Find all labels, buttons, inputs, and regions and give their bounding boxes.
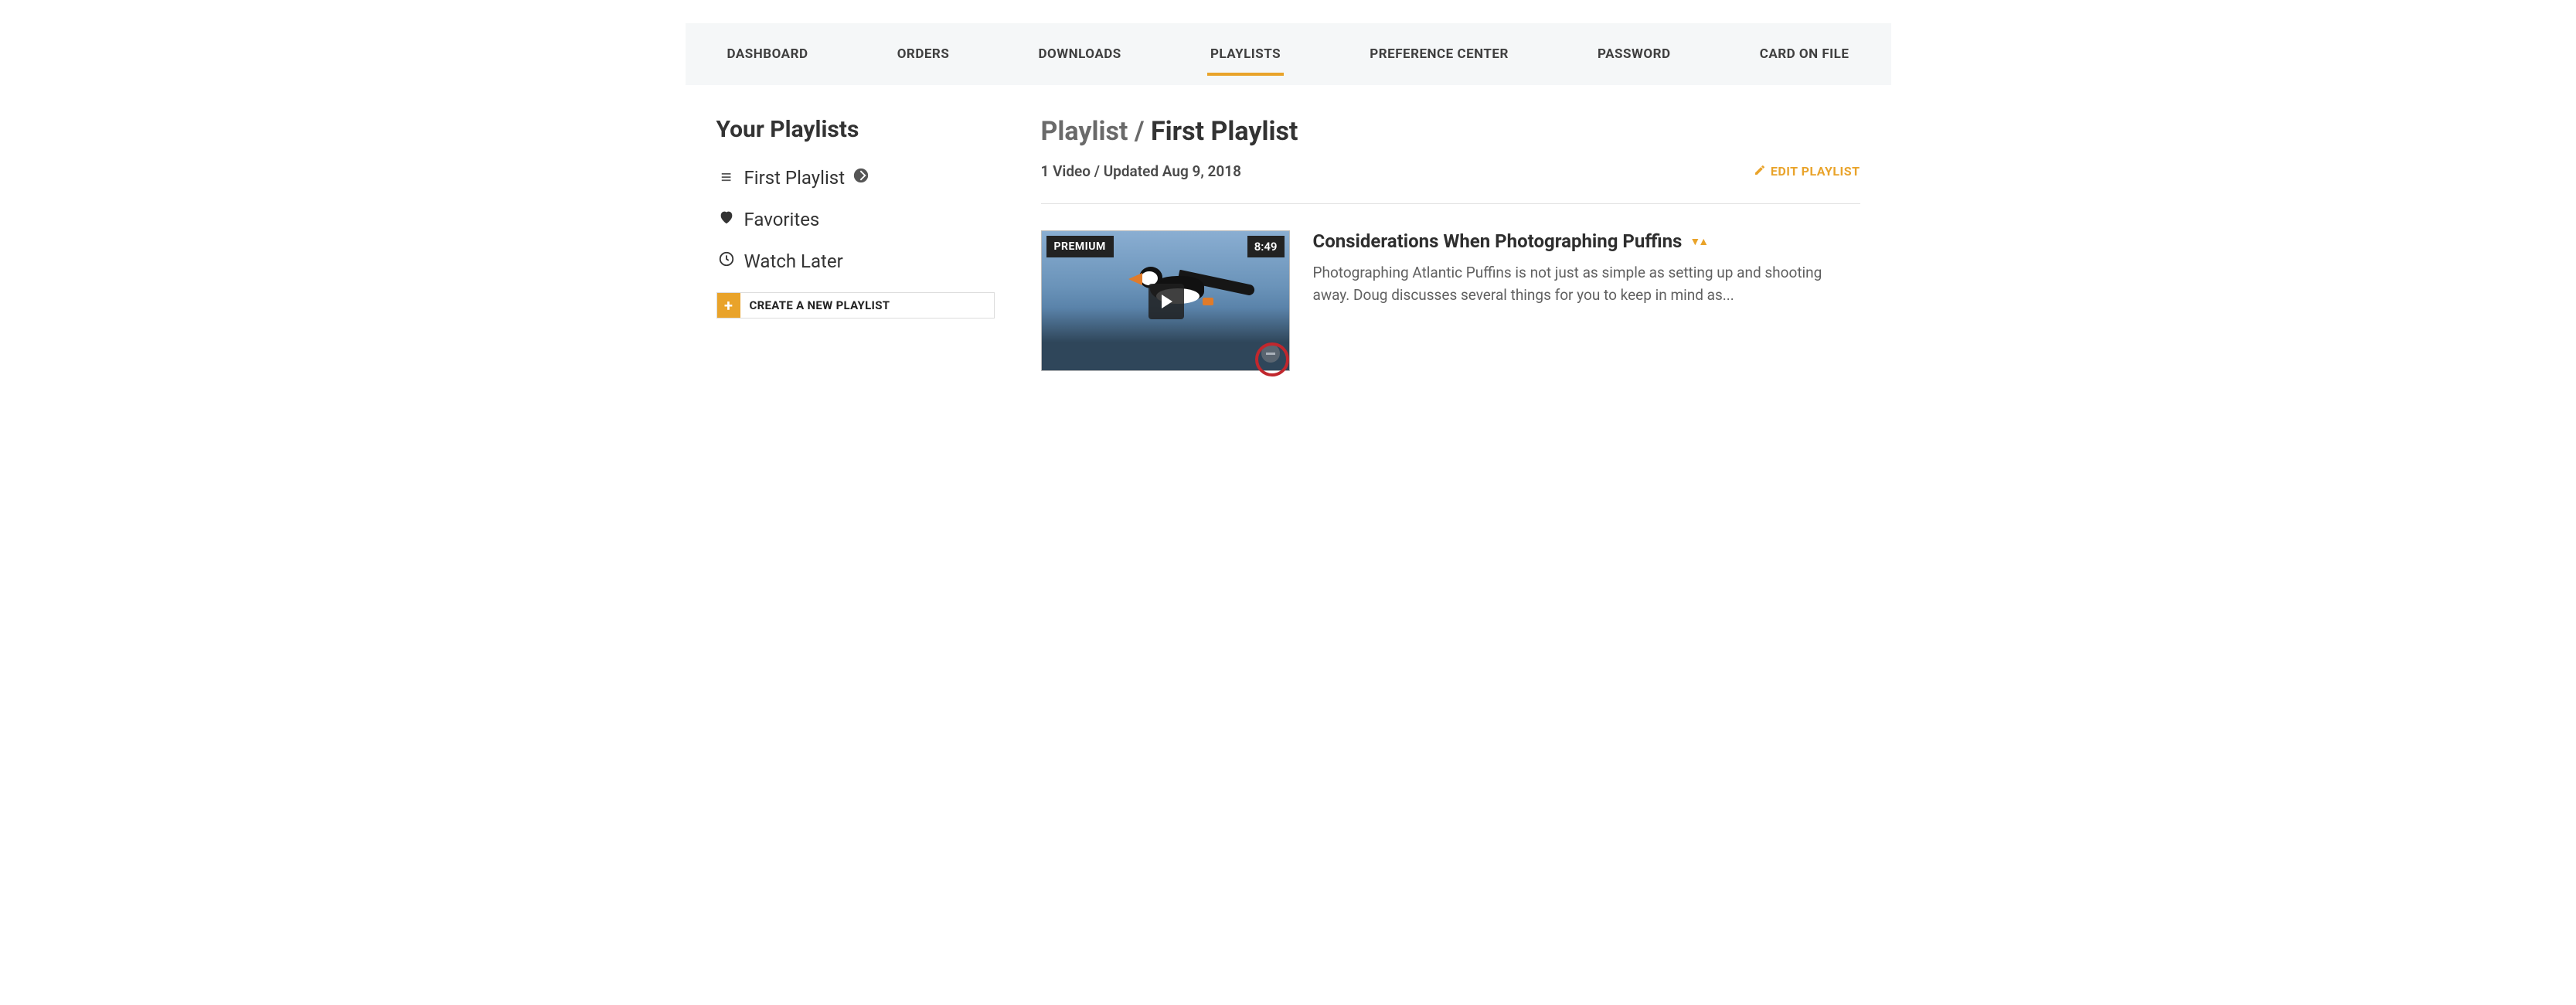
- tab-dashboard[interactable]: DASHBOARD: [724, 23, 812, 85]
- pencil-icon: [1754, 164, 1766, 179]
- heart-icon: [716, 209, 737, 230]
- create-playlist-label: CREATE A NEW PLAYLIST: [740, 293, 994, 318]
- create-playlist-button[interactable]: + CREATE A NEW PLAYLIST: [716, 292, 995, 319]
- clock-icon: [716, 250, 737, 272]
- breadcrumb: Playlist / First Playlist: [1041, 116, 1860, 147]
- edit-playlist-link[interactable]: EDIT PLAYLIST: [1754, 164, 1860, 179]
- duration-badge: 8:49: [1247, 236, 1285, 257]
- sidebar-title: Your Playlists: [716, 116, 995, 143]
- sidebar-item-watch-later[interactable]: Watch Later: [716, 250, 995, 272]
- tab-playlists[interactable]: PLAYLISTS: [1207, 23, 1284, 85]
- plus-icon: +: [717, 293, 740, 318]
- play-icon[interactable]: [1148, 284, 1184, 319]
- tab-downloads[interactable]: DOWNLOADS: [1035, 23, 1124, 85]
- delete-playlist-icon[interactable]: [852, 167, 869, 188]
- sidebar-item-label: Watch Later: [744, 250, 843, 272]
- video-description: Photographing Atlantic Puffins is not ju…: [1313, 261, 1829, 307]
- sidebar-item-label: First Playlist: [744, 167, 846, 189]
- menu-icon: ≡: [716, 166, 737, 189]
- breadcrumb-prefix: Playlist /: [1041, 116, 1151, 147]
- tab-password[interactable]: PASSWORD: [1594, 23, 1673, 85]
- tab-orders[interactable]: ORDERS: [894, 23, 953, 85]
- account-tabs: DASHBOARD ORDERS DOWNLOADS PLAYLISTS PRE…: [686, 23, 1891, 85]
- breadcrumb-playlist-name: First Playlist: [1151, 116, 1298, 147]
- sidebar-item-first-playlist[interactable]: ≡ First Playlist: [716, 166, 995, 189]
- video-title[interactable]: Considerations When Photographing Puffin…: [1313, 230, 1683, 252]
- playlist-meta: 1 Video / Updated Aug 9, 2018: [1041, 162, 1241, 180]
- tab-card-on-file[interactable]: CARD ON FILE: [1757, 23, 1853, 85]
- video-thumbnail[interactable]: PREMIUM 8:49: [1041, 230, 1290, 371]
- reorder-icon[interactable]: ▼▲: [1690, 235, 1707, 248]
- sidebar-item-favorites[interactable]: Favorites: [716, 209, 995, 230]
- sidebar-item-label: Favorites: [744, 209, 820, 230]
- playlist-main: Playlist / First Playlist 1 Video / Upda…: [1041, 116, 1860, 371]
- playlist-video-item: PREMIUM 8:49 Considerations When Photogr…: [1041, 230, 1860, 371]
- remove-video-button[interactable]: [1261, 344, 1280, 363]
- edit-playlist-label: EDIT PLAYLIST: [1771, 164, 1860, 179]
- premium-badge: PREMIUM: [1046, 236, 1114, 257]
- playlists-sidebar: Your Playlists ≡ First Playlist Favorite…: [716, 116, 995, 371]
- tab-preference-center[interactable]: PREFERENCE CENTER: [1366, 23, 1512, 85]
